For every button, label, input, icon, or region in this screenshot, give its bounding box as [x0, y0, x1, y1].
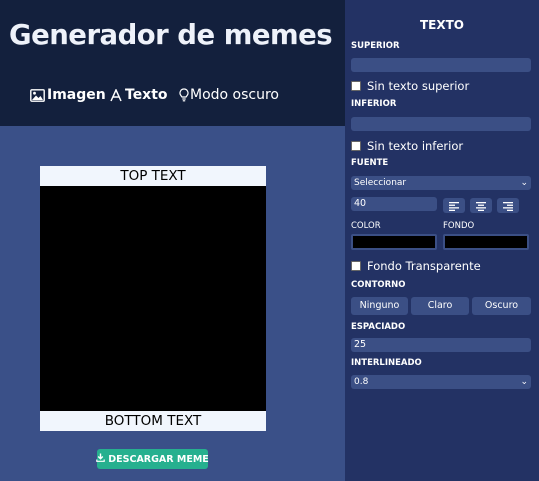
nav-text-button[interactable]: Texto: [110, 87, 168, 103]
outline-none-button[interactable]: Ninguno: [351, 297, 408, 315]
align-right-icon: [503, 196, 513, 215]
meme-workspace: TOP TEXT BOTTOM TEXT DESCARGAR MEME: [0, 126, 345, 481]
superior-text-input[interactable]: [351, 58, 531, 72]
background-color-label: FONDO: [443, 221, 475, 231]
download-button[interactable]: DESCARGAR MEME: [96, 449, 209, 469]
checkbox-box[interactable]: [351, 141, 361, 151]
chevron-down-icon: ⌄: [520, 178, 528, 188]
text-color-picker[interactable]: [351, 234, 437, 250]
checkbox-box[interactable]: [351, 261, 361, 271]
inferior-label: INFERIOR: [351, 99, 397, 109]
align-right-button[interactable]: [497, 198, 519, 213]
no-top-text-checkbox[interactable]: Sin texto superior: [351, 79, 469, 93]
no-top-text-label: Sin texto superior: [367, 79, 470, 93]
inferior-text-input[interactable]: [351, 117, 531, 131]
superior-label: SUPERIOR: [351, 41, 400, 51]
panel-title: TEXTO: [419, 18, 465, 32]
text-color-label: COLOR: [351, 221, 381, 231]
nav-dark-mode-label: Modo oscuro: [190, 87, 279, 103]
spacing-input[interactable]: 25: [351, 338, 531, 352]
font-select-value: Seleccionar: [354, 178, 407, 188]
outline-label: CONTORNO: [351, 280, 406, 290]
no-bottom-text-label: Sin texto inferior: [367, 139, 464, 153]
nav-image-label: Imagen: [47, 87, 106, 103]
line-height-label: INTERLINEADO: [351, 358, 422, 368]
align-left-icon: [449, 196, 459, 215]
align-left-button[interactable]: [443, 198, 465, 213]
download-label: DESCARGAR MEME: [108, 453, 209, 465]
image-icon: [30, 88, 45, 102]
font-icon: [110, 88, 122, 102]
font-label: FUENTE: [351, 158, 389, 168]
transparent-background-checkbox[interactable]: Fondo Transparente: [351, 259, 481, 273]
meme-canvas: TOP TEXT BOTTOM TEXT: [40, 166, 266, 431]
page-title: Generador de memes: [9, 19, 333, 51]
font-select[interactable]: Seleccionar ⌄: [351, 176, 531, 190]
chevron-down-icon: ⌄: [520, 377, 528, 387]
font-size-input[interactable]: 40: [351, 197, 437, 211]
lightbulb-icon: [179, 88, 189, 102]
line-height-select[interactable]: 0.8 ⌄: [351, 375, 531, 389]
align-center-button[interactable]: [470, 198, 492, 213]
outline-light-button[interactable]: Claro: [411, 297, 469, 315]
nav-dark-mode-button[interactable]: Modo oscuro: [179, 87, 279, 103]
background-color-picker[interactable]: [443, 234, 529, 250]
nav-text-label: Texto: [125, 87, 168, 103]
line-height-value: 0.8: [354, 377, 369, 387]
outline-dark-button[interactable]: Oscuro: [472, 297, 531, 315]
download-icon: [96, 453, 106, 465]
nav-image-button[interactable]: Imagen: [30, 87, 106, 103]
app-header: Generador de memes Imagen Texto Modo osc…: [0, 0, 345, 126]
checkbox-box[interactable]: [351, 81, 361, 91]
spacing-label: ESPACIADO: [351, 322, 406, 332]
align-center-icon: [476, 196, 486, 215]
transparent-background-label: Fondo Transparente: [367, 259, 481, 273]
meme-top-text: TOP TEXT: [40, 166, 266, 186]
meme-bottom-text: BOTTOM TEXT: [40, 411, 266, 431]
text-settings-panel: TEXTO SUPERIOR Sin texto superior INFERI…: [345, 0, 539, 481]
no-bottom-text-checkbox[interactable]: Sin texto inferior: [351, 139, 463, 153]
